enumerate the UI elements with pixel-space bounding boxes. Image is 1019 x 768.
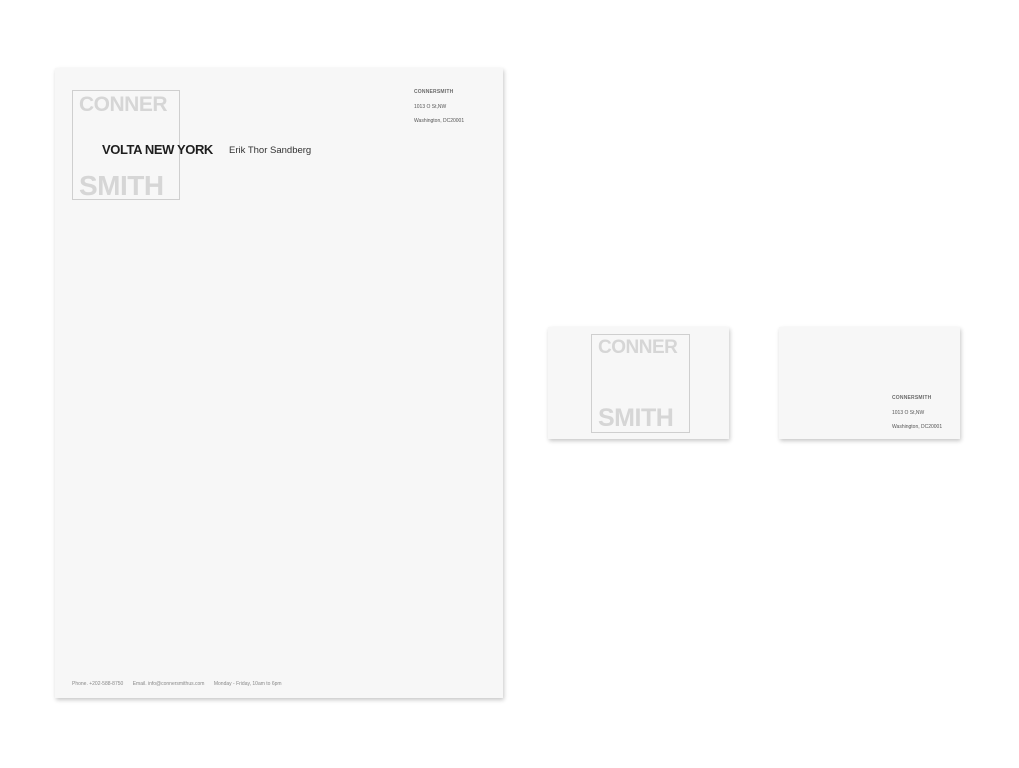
logo-word-smith: SMITH	[598, 404, 674, 432]
letterhead-address: CONNERSMITH 1013 O St,NW Washington, DC2…	[414, 85, 464, 129]
business-card-back: CONNERSMITH 1013 O St,NW Washington, DC2…	[779, 327, 960, 439]
business-card-front: CONNER SMITH	[548, 327, 729, 439]
footer-email: Email. info@connersmithus.com	[132, 681, 205, 687]
address-company: CONNERSMITH	[414, 89, 454, 95]
card-address: CONNERSMITH 1013 O St,NW Washington, DC2…	[892, 391, 942, 435]
address-city: Washington, DC20001	[414, 118, 465, 124]
logo-word-smith: SMITH	[79, 170, 164, 201]
address-street: 1013 O St,NW	[892, 409, 925, 416]
footer-hours: Monday - Friday, 10am to 6pm	[213, 681, 282, 687]
client-name: VOLTA NEW YORK	[102, 142, 213, 157]
address-street: 1013 O St,NW	[414, 103, 447, 110]
footer-phone: Phone. +202-588-8750	[72, 681, 124, 687]
recipient-name: Erik Thor Sandberg	[229, 145, 312, 156]
logo-word-conner: CONNER	[79, 93, 168, 116]
letterhead-sheet: CONNER SMITH VOLTA NEW YORK Erik Thor Sa…	[55, 68, 503, 698]
card-logo: CONNER SMITH	[591, 334, 690, 433]
address-company: CONNERSMITH	[892, 395, 932, 401]
letterhead-footer: Phone. +202-588-8750 Email. info@conners…	[72, 681, 290, 687]
logo-word-conner: CONNER	[598, 337, 678, 358]
address-city: Washington, DC20001	[892, 424, 943, 430]
